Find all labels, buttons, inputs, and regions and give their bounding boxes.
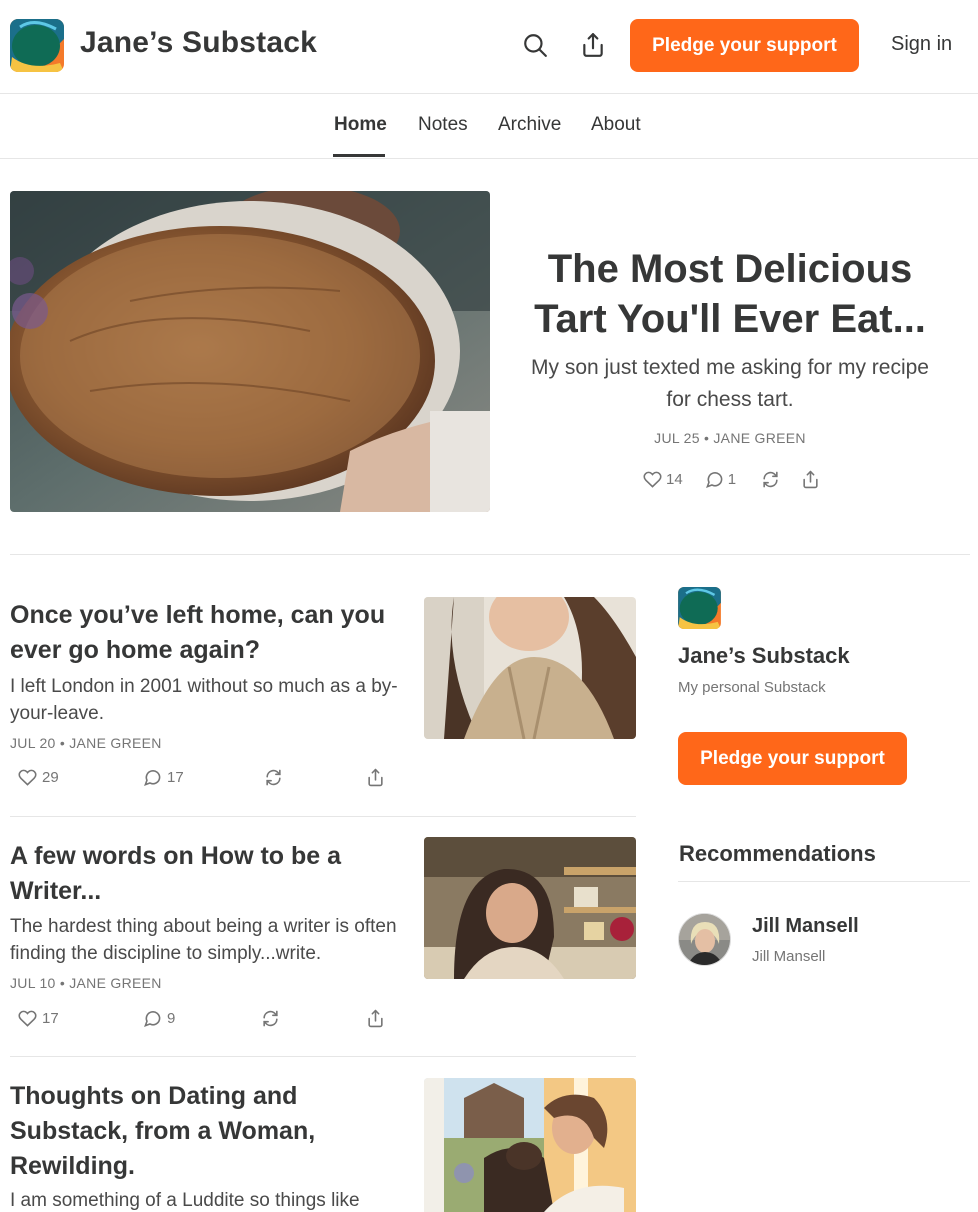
post-subtitle: The hardest thing about being a writer i… xyxy=(10,916,397,964)
sign-in-link[interactable]: Sign in xyxy=(891,33,952,56)
share-icon xyxy=(803,470,818,488)
hero-post-actions: 14 1 xyxy=(643,468,820,490)
avatar[interactable] xyxy=(678,913,731,966)
publication-logo[interactable] xyxy=(678,587,721,629)
like-button[interactable]: 14 xyxy=(643,470,683,489)
restack-icon xyxy=(263,1010,278,1027)
sidebar-publication-title[interactable]: Jane’s Substack xyxy=(678,643,850,669)
sidebar-pledge-support-button[interactable]: Pledge your support xyxy=(678,732,907,785)
hero-post-meta: JUL 25 • JANE GREEN xyxy=(654,430,806,446)
publication-logo[interactable] xyxy=(10,19,64,72)
tab-archive[interactable]: Archive xyxy=(498,114,561,136)
restack-icon xyxy=(763,471,778,487)
like-count: 14 xyxy=(666,470,683,488)
hero-post-subtitle: My son just texted me asking for my reci… xyxy=(531,356,929,411)
hero-post-title[interactable]: The Most Delicious Tart You'll Ever Eat.… xyxy=(510,244,950,344)
site-header: Jane’s Substack Pledge your support Sign… xyxy=(0,0,978,94)
comment-icon xyxy=(144,1011,161,1027)
site-title[interactable]: Jane’s Substack xyxy=(80,26,317,60)
post-subtitle: I am something of a Luddite so things li… xyxy=(10,1190,360,1211)
recommendation-name[interactable]: Jill Mansell xyxy=(752,915,859,938)
share-post-button[interactable] xyxy=(366,768,385,787)
heart-icon xyxy=(643,471,662,488)
like-button[interactable]: 17 xyxy=(18,1009,59,1028)
tab-notes[interactable]: Notes xyxy=(418,114,468,136)
restack-button[interactable] xyxy=(264,768,283,787)
post-thumbnail[interactable] xyxy=(424,1078,636,1212)
comment-icon xyxy=(705,471,723,488)
comment-count: 17 xyxy=(167,769,184,786)
post-meta: JUL 10 • JANE GREEN xyxy=(10,975,162,991)
tab-home[interactable]: Home xyxy=(334,114,387,136)
share-icon xyxy=(368,768,383,787)
share-icon xyxy=(368,1009,383,1028)
comment-button[interactable]: 9 xyxy=(143,1009,175,1028)
hero-post-image[interactable] xyxy=(10,191,490,512)
post-title[interactable]: A few words on How to be a Writer... xyxy=(10,839,405,909)
like-button[interactable]: 29 xyxy=(18,768,59,787)
restack-button[interactable] xyxy=(761,470,780,489)
tab-about[interactable]: About xyxy=(591,114,641,136)
divider xyxy=(678,881,970,882)
post-title[interactable]: Once you’ve left home, can you ever go h… xyxy=(10,598,405,668)
heart-icon xyxy=(18,1010,37,1027)
post-meta: JUL 20 • JANE GREEN xyxy=(10,735,162,751)
nav-tabs: Home Notes Archive About xyxy=(0,94,978,159)
pledge-support-button[interactable]: Pledge your support xyxy=(630,19,859,72)
post-thumbnail[interactable] xyxy=(424,837,636,979)
post-divider xyxy=(10,816,636,817)
heart-icon xyxy=(18,769,37,786)
post-divider xyxy=(10,1056,636,1057)
comment-count: 1 xyxy=(727,470,737,488)
like-count: 17 xyxy=(42,1010,59,1027)
post-title[interactable]: Thoughts on Dating and Substack, from a … xyxy=(10,1079,405,1184)
comment-icon xyxy=(144,770,161,786)
share-icon[interactable] xyxy=(578,30,608,60)
post-subtitle: I left London in 2001 without so much as… xyxy=(10,676,398,724)
share-post-button[interactable] xyxy=(366,1009,385,1028)
divider xyxy=(10,554,970,555)
restack-button[interactable] xyxy=(261,1009,280,1028)
restack-icon xyxy=(266,769,281,786)
comment-button[interactable]: 1 xyxy=(705,470,736,489)
share-post-button[interactable] xyxy=(801,470,820,489)
recommendations-heading: Recommendations xyxy=(679,841,876,866)
sidebar-publication-description: My personal Substack xyxy=(678,679,826,696)
active-tab-indicator xyxy=(333,154,385,157)
comment-button[interactable]: 17 xyxy=(143,768,184,787)
post-thumbnail[interactable] xyxy=(424,597,636,739)
search-icon[interactable] xyxy=(520,30,550,60)
like-count: 29 xyxy=(42,769,59,786)
comment-count: 9 xyxy=(167,1010,176,1027)
recommendation-handle: Jill Mansell xyxy=(752,948,826,965)
